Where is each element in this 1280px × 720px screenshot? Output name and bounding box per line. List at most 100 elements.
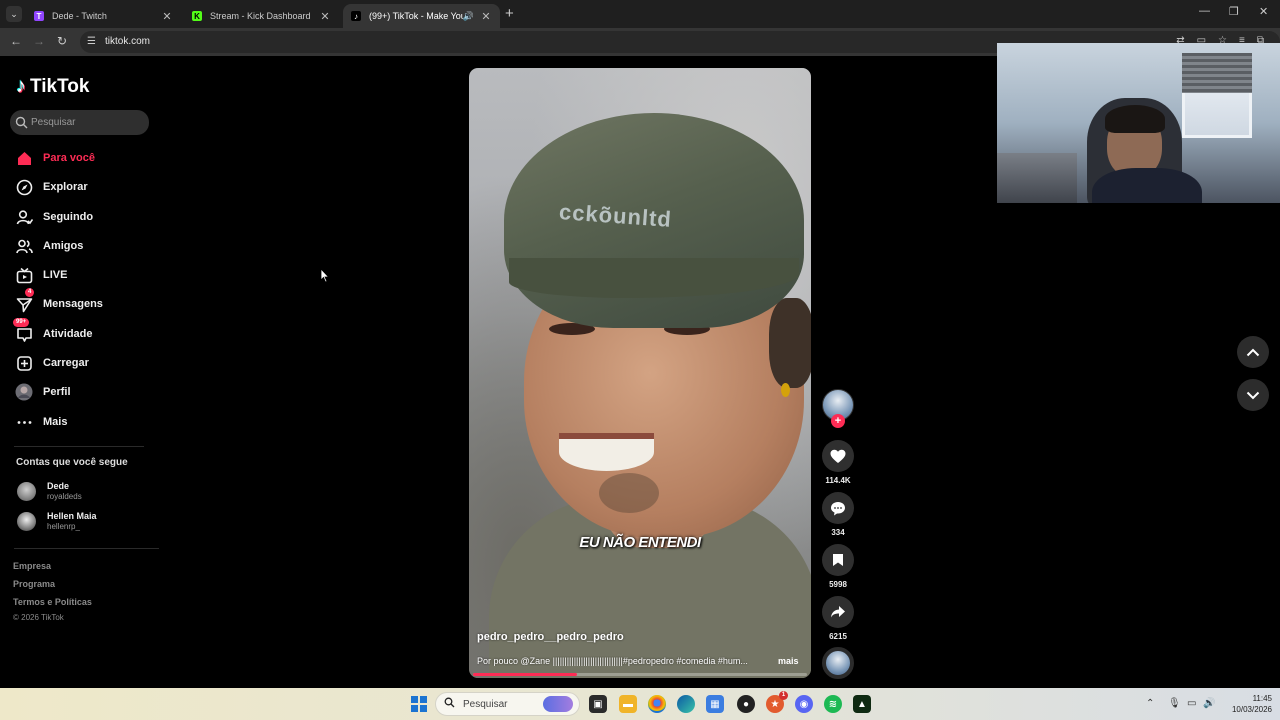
windows-start-icon[interactable] bbox=[411, 696, 427, 712]
sidebar-item-label: Mais bbox=[43, 416, 68, 428]
spotify-icon[interactable]: ≋ bbox=[824, 695, 842, 713]
volume-icon[interactable]: 🔊 bbox=[1203, 698, 1215, 709]
more-dots-icon bbox=[15, 413, 33, 431]
tab-kick[interactable]: K Stream - Kick Dashboard ✕ bbox=[184, 4, 339, 28]
webcam-streamer-hair bbox=[1105, 105, 1165, 133]
sidebar-item-label: Carregar bbox=[43, 357, 89, 369]
tab-twitch[interactable]: T Dede - Twitch ✕ bbox=[26, 4, 181, 28]
sidebar-item-amigos[interactable]: Amigos bbox=[15, 236, 83, 256]
sidebar-item-atividade[interactable]: 99+ Atividade bbox=[13, 318, 93, 344]
search-input[interactable]: Pesquisar bbox=[10, 110, 149, 135]
sidebar-item-seguindo[interactable]: Seguindo bbox=[15, 207, 93, 227]
back-arrow-icon[interactable]: ← bbox=[10, 34, 22, 48]
comment-count: 334 bbox=[831, 528, 845, 537]
discord-icon[interactable]: ◉ bbox=[795, 695, 813, 713]
chrome-icon[interactable] bbox=[648, 695, 666, 713]
save-count: 5998 bbox=[829, 580, 847, 589]
footer-link-empresa[interactable]: Empresa bbox=[13, 561, 51, 571]
sidebar-item-mais[interactable]: Mais bbox=[15, 412, 67, 432]
restore-icon[interactable]: ❐ bbox=[1229, 5, 1239, 18]
footer-link-programa[interactable]: Programa bbox=[13, 579, 55, 589]
store-icon[interactable]: ▦ bbox=[706, 695, 724, 713]
tray-overflow-chevron-icon[interactable]: ⌃ bbox=[1146, 698, 1154, 709]
close-tab-icon[interactable]: ✕ bbox=[480, 10, 492, 23]
video-player[interactable]: cckõunltd EU NÃO ENTENDI pedro_pedro__pe… bbox=[469, 68, 811, 678]
music-disc-avatar[interactable] bbox=[822, 647, 854, 679]
new-tab-plus-icon[interactable]: + bbox=[505, 5, 514, 22]
display-icon[interactable]: ▭ bbox=[1187, 698, 1196, 709]
sidebar-item-explorar[interactable]: Explorar bbox=[15, 177, 88, 197]
edge-icon[interactable] bbox=[677, 695, 695, 713]
close-tab-icon[interactable]: ✕ bbox=[161, 10, 173, 23]
site-info-icon[interactable]: ☰ bbox=[87, 36, 96, 47]
streamer-webcam-overlay bbox=[997, 43, 1280, 203]
sidebar-item-label: Para você bbox=[43, 152, 95, 164]
search-placeholder: Pesquisar bbox=[31, 117, 76, 128]
task-view-icon[interactable]: ▣ bbox=[589, 695, 607, 713]
reload-icon[interactable]: ↻ bbox=[57, 34, 67, 48]
sidebar-item-label: Seguindo bbox=[43, 211, 94, 223]
clock-time: 11:45 bbox=[1252, 694, 1272, 703]
video-progress-bar[interactable] bbox=[473, 673, 807, 676]
search-icon bbox=[444, 697, 455, 711]
sidebar-item-mensagens[interactable]: 4 Mensagens bbox=[15, 288, 103, 314]
share-arrow-icon bbox=[831, 606, 845, 618]
video-earring bbox=[781, 383, 790, 397]
app-with-badge-icon[interactable]: ★ 1 bbox=[766, 691, 788, 713]
next-video-button[interactable] bbox=[1237, 379, 1269, 411]
twitch-favicon-icon: T bbox=[34, 11, 44, 21]
comment-icon bbox=[831, 501, 845, 515]
taskbar-search-input[interactable]: Pesquisar bbox=[435, 692, 580, 716]
sidebar-item-live[interactable]: LIVE bbox=[15, 265, 67, 285]
chevron-up-icon bbox=[1246, 348, 1260, 356]
webcam-desk bbox=[997, 153, 1077, 203]
video-subtitle: EU NÃO ENTENDI bbox=[579, 534, 701, 551]
forward-arrow-icon[interactable]: → bbox=[33, 34, 45, 48]
follow-plus-icon[interactable]: + bbox=[831, 414, 845, 428]
video-description: Por pouco @Zane ||||||||||||||||||||||||… bbox=[477, 656, 748, 666]
bookmark-icon bbox=[833, 554, 843, 566]
video-author[interactable]: pedro_pedro__pedro_pedro bbox=[477, 631, 624, 643]
followed-account[interactable]: Hellen Maia hellenrp_ bbox=[17, 511, 97, 532]
following-icon bbox=[15, 208, 33, 226]
obs-icon[interactable]: ● bbox=[737, 695, 755, 713]
messages-badge: 4 bbox=[25, 288, 35, 297]
video-progress-fill bbox=[473, 673, 577, 676]
streaming-app-icon[interactable]: ▲ bbox=[853, 695, 871, 713]
webcam-window-blind bbox=[1182, 53, 1252, 93]
friends-icon bbox=[15, 237, 33, 255]
sidebar-item-perfil[interactable]: Perfil bbox=[15, 382, 71, 402]
tab-tiktok[interactable]: ♪ (99+) TikTok - Make Your Day 🔊 ✕ bbox=[343, 4, 500, 28]
profile-avatar-icon bbox=[15, 383, 33, 401]
comment-button[interactable] bbox=[822, 492, 854, 524]
account-name: Hellen Maia bbox=[47, 511, 97, 521]
description-more-button[interactable]: mais bbox=[778, 656, 799, 666]
save-button[interactable] bbox=[822, 544, 854, 576]
microphone-icon[interactable]: 🎙 bbox=[1168, 698, 1181, 709]
like-count: 114.4K bbox=[825, 476, 851, 485]
like-button[interactable] bbox=[822, 440, 854, 472]
taskbar-clock[interactable]: 11:45 10/03/2026 bbox=[1222, 693, 1272, 715]
activity-badge: 99+ bbox=[13, 318, 30, 327]
compass-icon bbox=[15, 178, 33, 196]
activity-icon: 99+ bbox=[13, 318, 33, 343]
sidebar-item-para-voce[interactable]: Para você bbox=[15, 148, 95, 168]
followed-account[interactable]: Dede royaldeds bbox=[17, 481, 82, 502]
sidebar-item-carregar[interactable]: Carregar bbox=[15, 353, 89, 373]
share-button[interactable] bbox=[822, 596, 854, 628]
tab-title: (99+) TikTok - Make Your Day bbox=[369, 11, 463, 21]
tiktok-logo[interactable]: ♪ TikTok bbox=[16, 75, 89, 98]
file-explorer-icon[interactable]: ▬ bbox=[619, 695, 637, 713]
close-window-icon[interactable]: ✕ bbox=[1259, 5, 1268, 18]
heart-icon bbox=[830, 449, 846, 463]
speaker-icon[interactable]: 🔊 bbox=[463, 11, 474, 22]
search-icon bbox=[15, 116, 28, 129]
tab-search-chevron-icon[interactable]: ⌄ bbox=[6, 6, 22, 22]
minimize-icon[interactable]: — bbox=[1199, 5, 1210, 17]
previous-video-button[interactable] bbox=[1237, 336, 1269, 368]
close-tab-icon[interactable]: ✕ bbox=[319, 10, 331, 23]
tab-title: Dede - Twitch bbox=[52, 11, 107, 21]
footer-link-termos[interactable]: Termos e Políticas bbox=[13, 597, 92, 607]
video-beard bbox=[599, 473, 659, 513]
kick-favicon-icon: K bbox=[192, 11, 202, 21]
